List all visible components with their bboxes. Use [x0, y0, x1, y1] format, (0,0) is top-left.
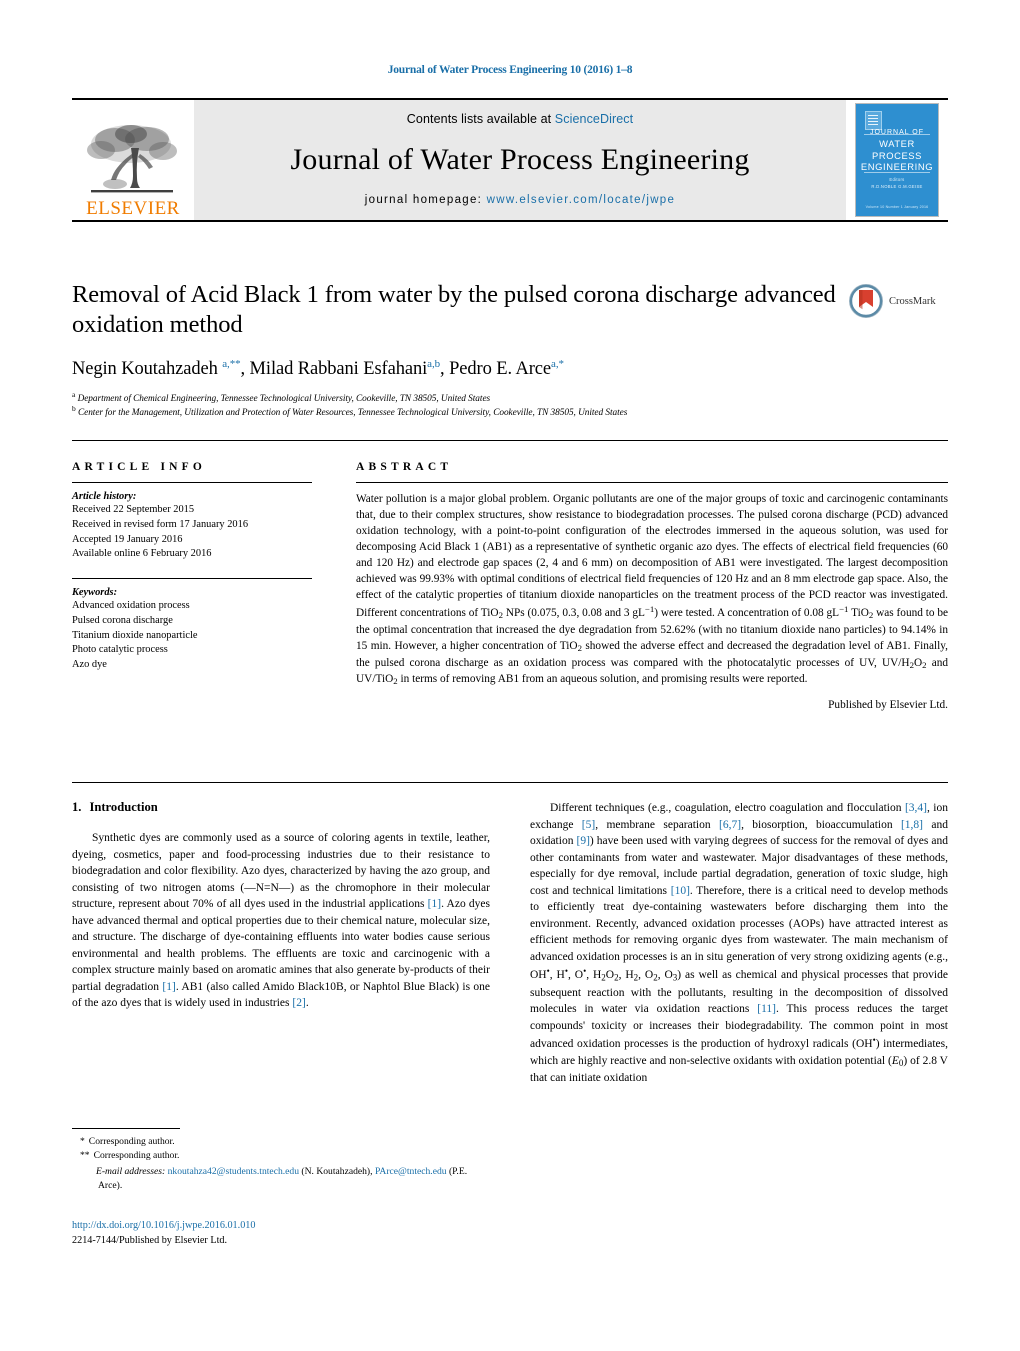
article-history-label: Article history:	[72, 491, 137, 502]
contents-prefix: Contents lists available at	[406, 112, 555, 126]
contents-line: Contents lists available at ScienceDirec…	[407, 112, 633, 126]
article-history-accepted: Accepted 19 January 2016	[72, 533, 183, 545]
homepage-url[interactable]: www.elsevier.com/locate/jwpe	[487, 194, 676, 206]
email-link-koutahzadeh[interactable]: nkoutahza42@students.tntech.edu	[168, 1166, 299, 1177]
issn-publisher-line: 2214-7144/Published by Elsevier Ltd.	[72, 1235, 228, 1247]
affiliations: a Department of Chemical Engineering, Te…	[72, 389, 948, 421]
footnote-emails: E-mail addresses: nkoutahza42@students.t…	[72, 1165, 490, 1194]
cover-title-line2: WATER PROCESS	[871, 137, 923, 161]
footnote-rule	[72, 1128, 180, 1129]
cover-publisher-badge-icon	[865, 111, 882, 130]
cover-editors-names: R.D.NOBLE G.M.GEISE	[871, 184, 923, 190]
abstract-column: ABSTRACT Water pollution is a major glob…	[356, 461, 948, 711]
body-columns: 1. Introduction Synthetic dyes are common…	[72, 800, 948, 1087]
article-history-revised: Received in revised form 17 January 2016	[72, 518, 249, 530]
affiliation-b-marker: b	[72, 404, 76, 414]
article-history-received: Received 22 September 2015	[72, 504, 195, 515]
email-link-arce[interactable]: PArce@tntech.edu	[375, 1166, 447, 1177]
homepage-label: journal homepage:	[364, 194, 483, 206]
crossmark-label: CrossMark	[889, 295, 936, 307]
intro-paragraph-2: Different techniques (e.g., coagulation,…	[530, 802, 949, 1084]
affiliation-b-text: Center for the Management, Utilization a…	[77, 408, 628, 419]
doi-link[interactable]: http://dx.doi.org/10.1016/j.jwpe.2016.01…	[72, 1218, 532, 1233]
keyword-item: Pulsed corona discharge	[72, 614, 173, 626]
running-head: Journal of Water Process Engineering 10 …	[387, 64, 633, 76]
email-owner-1: (N. Koutahzadeh),	[301, 1165, 373, 1177]
cover-title-line1: JOURNAL OF	[869, 129, 925, 136]
abstract-body: Water pollution is a major global proble…	[356, 493, 949, 687]
elsevier-wordmark: ELSEVIER	[86, 198, 180, 219]
journal-cover-thumbnail[interactable]: JOURNAL OF WATER PROCESS ENGINEERING Edi…	[856, 104, 938, 216]
sciencedirect-link[interactable]: ScienceDirect	[555, 112, 633, 126]
footnote-text-1: Corresponding author.	[88, 1136, 175, 1147]
keyword-item: Advanced oxidation process	[72, 600, 190, 612]
affiliation-a-text: Department of Chemical Engineering, Tenn…	[77, 393, 491, 404]
cover-rule-bottom	[864, 172, 930, 173]
cover-title: JOURNAL OF WATER PROCESS ENGINEERING	[856, 129, 938, 173]
abstract-heading: ABSTRACT	[356, 461, 453, 473]
journal-homepage-line: journal homepage: www.elsevier.com/locat…	[365, 194, 675, 206]
elsevier-logo[interactable]: ELSEVIER	[72, 100, 194, 220]
keyword-item: Azo dye	[72, 659, 107, 671]
keywords-rule	[72, 578, 312, 580]
article-info-rule	[72, 482, 312, 483]
paper-page: Journal of Water Process Engineering 10 …	[0, 0, 1020, 1351]
footnote-marker-double: **	[80, 1150, 90, 1162]
cover-footer: Volume 10 Number 1 January 2016	[865, 205, 929, 209]
body-column-right: Different techniques (e.g., coagulation,…	[530, 800, 948, 1087]
article-info-heading: ARTICLE INFO	[72, 461, 207, 473]
journal-title: Journal of Water Process Engineering	[290, 143, 750, 176]
section-title: Introduction	[89, 800, 158, 814]
intro-paragraph-1: Synthetic dyes are commonly used as a so…	[72, 832, 491, 1010]
article-history-online: Available online 6 February 2016	[72, 548, 212, 560]
keyword-item: Titanium dioxide nanoparticle	[72, 629, 198, 641]
info-abstract-section: ARTICLE INFO Article history: Received 2…	[72, 440, 948, 711]
body-separator-rule	[72, 782, 948, 783]
footnote-corresponding-1: * Corresponding author.	[72, 1135, 490, 1149]
page-title: Removal of Acid Black 1 from water by th…	[72, 281, 836, 338]
doi-block: http://dx.doi.org/10.1016/j.jwpe.2016.01…	[72, 1218, 532, 1249]
affiliation-a: a Department of Chemical Engineering, Te…	[72, 389, 948, 406]
footnote-block: * Corresponding author. ** Corresponding a…	[72, 1128, 490, 1194]
author-list: Negin Koutahzadeh a,**, Milad Rabbani Es…	[72, 357, 564, 379]
masthead-centre: Contents lists available at ScienceDirec…	[194, 100, 846, 220]
affiliation-a-marker: a	[72, 389, 76, 399]
section-heading-introduction: 1. Introduction	[72, 800, 490, 815]
cover-editors: Editors R.D.NOBLE G.M.GEISE	[856, 176, 938, 190]
crossmark-badge[interactable]: CrossMark	[848, 283, 948, 319]
crossmark-icon	[848, 283, 884, 319]
footnote-corresponding-2: ** Corresponding author.	[72, 1149, 490, 1163]
keyword-item: Photo catalytic process	[72, 644, 168, 656]
section-number: 1.	[72, 800, 82, 814]
journal-cover-block[interactable]: JOURNAL OF WATER PROCESS ENGINEERING Edi…	[846, 100, 948, 220]
affiliation-b: b Center for the Management, Utilization…	[72, 404, 948, 420]
elsevier-tree-icon	[87, 125, 177, 193]
footnote-marker-single: *	[80, 1136, 85, 1147]
footnote-text-2: Corresponding author.	[93, 1150, 180, 1162]
email-addresses-label: E-mail addresses:	[96, 1165, 166, 1177]
journal-masthead: ELSEVIER Contents lists available at Sci…	[72, 98, 948, 222]
title-area: Removal of Acid Black 1 from water by th…	[72, 280, 948, 421]
cover-editors-label: Editors	[889, 177, 905, 182]
body-column-left: 1. Introduction Synthetic dyes are common…	[72, 800, 490, 1087]
keywords-label: Keywords:	[72, 587, 118, 599]
abstract-publisher-line: Published by Elsevier Ltd.	[828, 699, 948, 712]
abstract-rule	[356, 482, 948, 483]
article-info-column: ARTICLE INFO Article history: Received 2…	[72, 461, 312, 711]
